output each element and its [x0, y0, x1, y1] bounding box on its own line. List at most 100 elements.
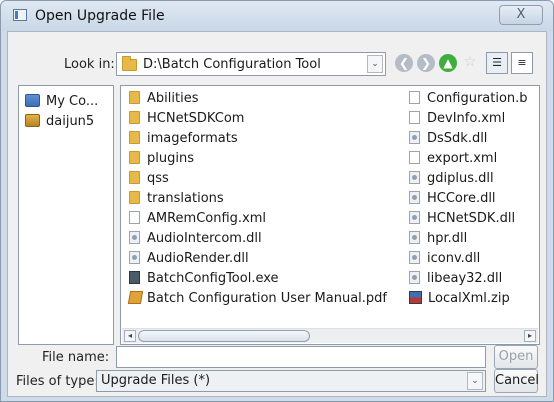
file-item[interactable]: BatchConfigTool.exe: [129, 270, 279, 288]
up-folder-button[interactable]: ▲: [439, 54, 457, 72]
file-type-select[interactable]: Upgrade Files (*) ⌄: [96, 370, 486, 392]
exe-file-icon: [129, 271, 140, 284]
file-item[interactable]: AMRemConfig.xml: [129, 210, 266, 228]
dll-file-icon: [409, 211, 420, 224]
computer-icon: [25, 94, 40, 107]
places-sidebar: My Co... daijun5: [18, 85, 114, 345]
look-in-path: D:\Batch Configuration Tool: [143, 57, 321, 72]
folder-icon: [122, 56, 137, 71]
dll-file-icon: [129, 231, 140, 244]
dll-file-icon: [409, 251, 420, 264]
cancel-button[interactable]: Cancel: [494, 369, 539, 393]
file-name: plugins: [147, 151, 194, 166]
file-name: imageformats: [147, 131, 238, 146]
folder-icon: [129, 191, 140, 204]
document-icon: [409, 151, 420, 164]
open-file-dialog: Open Upgrade File X Look in: D:\Batch Co…: [0, 0, 554, 402]
chevron-down-icon[interactable]: ⌄: [467, 372, 483, 390]
back-button[interactable]: ❮: [395, 54, 413, 72]
dll-file-icon: [409, 271, 420, 284]
folder-icon: [129, 91, 140, 104]
detail-view-button[interactable]: ≡: [511, 52, 533, 74]
file-name: libeay32.dll: [427, 271, 503, 286]
dialog-body: Look in: D:\Batch Configuration Tool ⌄ ❮…: [7, 31, 547, 397]
dll-file-icon: [129, 251, 140, 264]
file-item[interactable]: gdiplus.dll: [409, 170, 494, 188]
title-bar[interactable]: Open Upgrade File X: [1, 1, 553, 31]
file-item[interactable]: libeay32.dll: [409, 270, 502, 288]
file-item[interactable]: export.xml: [409, 150, 497, 168]
file-item[interactable]: AudioRender.dll: [129, 250, 249, 268]
dll-file-icon: [409, 191, 420, 204]
file-name: Configuration.b: [427, 91, 528, 106]
file-name: gdiplus.dll: [427, 171, 494, 186]
file-name: BatchConfigTool.exe: [147, 271, 279, 286]
file-item[interactable]: imageformats: [129, 130, 238, 148]
file-name: HCNetSDKCom: [147, 111, 245, 126]
open-button[interactable]: Open: [494, 345, 538, 369]
file-name-input[interactable]: [116, 346, 486, 368]
dll-file-icon: [409, 231, 420, 244]
document-icon: [409, 111, 420, 124]
sidebar-item-my-computer[interactable]: My Co...: [25, 94, 98, 112]
file-name: translations: [147, 191, 224, 206]
file-name: Abilities: [147, 91, 199, 106]
window-icon: [13, 9, 27, 21]
list-view-button[interactable]: ☰: [486, 52, 508, 74]
file-item[interactable]: plugins: [129, 150, 194, 168]
file-name: AudioRender.dll: [147, 251, 249, 266]
file-item[interactable]: Configuration.b: [409, 90, 528, 108]
file-name: qss: [147, 171, 169, 186]
look-in-combo[interactable]: D:\Batch Configuration Tool ⌄: [116, 52, 386, 76]
file-item[interactable]: LocalXml.zip: [409, 290, 510, 308]
pdf-file-icon: [127, 291, 144, 304]
file-item[interactable]: iconv.dll: [409, 250, 480, 268]
chevron-down-icon[interactable]: ⌄: [367, 55, 383, 73]
file-name: hpr.dll: [427, 231, 468, 246]
file-name: iconv.dll: [427, 251, 481, 266]
file-item[interactable]: hpr.dll: [409, 230, 467, 248]
user-folder-icon: [25, 114, 40, 127]
horizontal-scrollbar[interactable]: ◂ ▸: [122, 328, 538, 343]
scroll-right-icon[interactable]: ▸: [524, 330, 536, 342]
folder-icon: [129, 111, 140, 124]
file-name: DevInfo.xml: [427, 111, 506, 126]
file-item[interactable]: translations: [129, 190, 224, 208]
file-item[interactable]: DevInfo.xml: [409, 110, 505, 128]
file-item[interactable]: HCCore.dll: [409, 190, 496, 208]
file-name: Batch Configuration User Manual.pdf: [147, 291, 388, 306]
file-item[interactable]: qss: [129, 170, 169, 188]
document-icon: [129, 211, 140, 224]
file-name: LocalXml.zip: [428, 291, 510, 306]
folder-icon: [129, 151, 140, 164]
document-icon: [409, 91, 420, 104]
file-item[interactable]: Abilities: [129, 90, 198, 108]
files-of-type-label: Files of type:: [16, 374, 99, 389]
file-item[interactable]: AudioIntercom.dll: [129, 230, 262, 248]
sidebar-item-label: daijun5: [46, 114, 95, 129]
file-item[interactable]: Batch Configuration User Manual.pdf: [127, 290, 388, 308]
sidebar-item-daijun5[interactable]: daijun5: [25, 114, 94, 132]
folder-icon: [129, 131, 140, 144]
file-list: Abilities HCNetSDKCom imageformats plugins q…: [120, 85, 540, 345]
look-in-label: Look in:: [64, 57, 115, 72]
sidebar-item-label: My Co...: [46, 94, 99, 109]
file-name-label: File name:: [42, 350, 110, 365]
file-name: AudioIntercom.dll: [147, 231, 262, 246]
file-item[interactable]: DsSdk.dll: [409, 130, 487, 148]
file-item[interactable]: HCNetSDK.dll: [409, 210, 515, 228]
dll-file-icon: [409, 131, 420, 144]
scroll-left-icon[interactable]: ◂: [124, 330, 136, 342]
scroll-thumb[interactable]: [138, 330, 310, 342]
forward-button[interactable]: ❯: [417, 54, 435, 72]
file-name: AMRemConfig.xml: [147, 211, 267, 226]
dialog-title: Open Upgrade File: [35, 8, 165, 24]
file-name: HCCore.dll: [427, 191, 496, 206]
file-item[interactable]: HCNetSDKCom: [129, 110, 244, 128]
close-button[interactable]: X: [499, 5, 543, 25]
zip-file-icon: [409, 291, 422, 304]
new-folder-button[interactable]: ☆: [462, 55, 478, 71]
dll-file-icon: [409, 171, 420, 184]
file-type-value: Upgrade Files (*): [101, 373, 211, 388]
file-name: export.xml: [427, 151, 498, 166]
